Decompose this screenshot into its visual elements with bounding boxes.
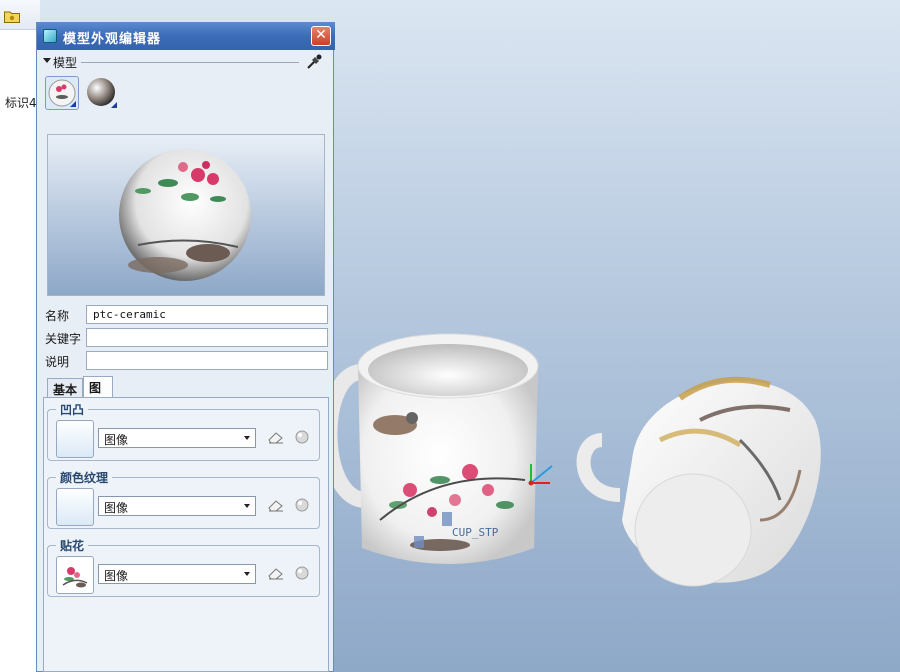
chevron-down-icon — [244, 436, 250, 440]
color-texture-select[interactable]: 图像 — [98, 496, 256, 516]
eraser-icon[interactable] — [267, 566, 285, 580]
appearance-preview — [47, 134, 325, 296]
decal-group: 贴花 图像 — [47, 537, 320, 597]
decal-thumbnail — [62, 567, 88, 588]
model-section-header[interactable]: 模型 — [43, 54, 329, 70]
chevron-down-icon — [244, 504, 250, 508]
ceramic-sphere-icon — [48, 79, 76, 107]
bump-select-value: 图像 — [104, 433, 129, 447]
collapse-arrow-icon[interactable] — [43, 58, 51, 63]
color-texture-select-value: 图像 — [104, 501, 129, 515]
description-field[interactable] — [86, 351, 328, 370]
app-icon — [43, 29, 57, 43]
bump-map-swatch[interactable] — [56, 420, 94, 458]
decal-select[interactable]: 图像 — [98, 564, 256, 584]
close-button[interactable]: ✕ — [311, 26, 331, 46]
sphere-icon[interactable] — [294, 430, 310, 444]
model-tree-item-label[interactable]: 标识4 — [5, 94, 37, 111]
color-texture-swatch[interactable] — [56, 488, 94, 526]
csys-label: CUP_STP — [452, 526, 499, 539]
dialog-title: 模型外观编辑器 — [63, 32, 162, 47]
bump-group-title: 凹凸 — [56, 401, 89, 418]
folder-icon[interactable] — [4, 10, 20, 23]
app-toolbar — [0, 0, 40, 30]
preview-sphere — [119, 149, 251, 281]
name-field[interactable]: ptc-ceramic — [86, 305, 328, 324]
map-tab-pane: 凹凸 图像 颜色纹理 图像 贴花 图像 — [43, 397, 329, 672]
decal-swatch[interactable] — [56, 556, 94, 594]
eyedropper-icon[interactable] — [305, 53, 323, 71]
decal-select-value: 图像 — [104, 569, 129, 583]
sphere-icon[interactable] — [294, 498, 310, 512]
dialog-titlebar[interactable]: 模型外观编辑器 ✕ — [37, 22, 335, 50]
keyword-field[interactable] — [86, 328, 328, 347]
app-left-strip: 标识4 — [0, 0, 40, 672]
divider — [81, 62, 299, 63]
cup2 — [576, 376, 821, 587]
metal-sphere-icon — [87, 78, 117, 108]
section-label: 模型 — [53, 56, 78, 70]
tab-basic[interactable]: 基本 — [47, 378, 83, 398]
chevron-down-icon — [244, 572, 250, 576]
3d-viewport[interactable] — [334, 0, 900, 672]
bump-map-select[interactable]: 图像 — [98, 428, 256, 448]
appearance-thumbnail-metal[interactable] — [85, 76, 119, 110]
eraser-icon[interactable] — [267, 498, 285, 512]
tab-map[interactable]: 图 — [83, 376, 113, 398]
sphere-icon[interactable] — [294, 566, 310, 580]
description-label: 说明 — [45, 355, 70, 369]
color-texture-group-title: 颜色纹理 — [56, 469, 113, 486]
cup1 — [357, 333, 539, 564]
appearance-thumbnail-ceramic[interactable] — [45, 76, 79, 110]
bump-group: 凹凸 图像 — [47, 401, 320, 461]
appearance-editor-dialog: 模型外观编辑器 ✕ 模型 名称 ptc-ceramic 关键字 说明 基本 图 … — [36, 22, 335, 672]
eraser-icon[interactable] — [267, 430, 285, 444]
name-label: 名称 — [45, 309, 70, 323]
keyword-label: 关键字 — [45, 332, 82, 346]
decal-group-title: 贴花 — [56, 537, 89, 554]
tab-strip: 基本 图 — [47, 376, 327, 398]
color-texture-group: 颜色纹理 图像 — [47, 469, 320, 529]
